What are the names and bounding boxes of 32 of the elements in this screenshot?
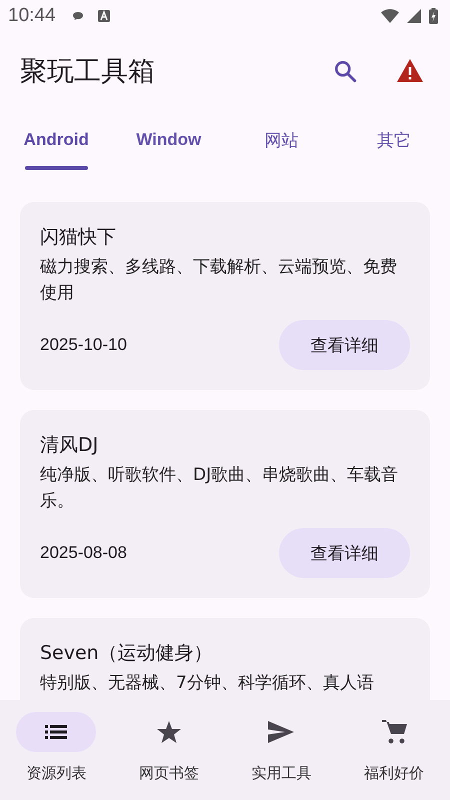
star-icon [156,720,181,744]
wifi-icon [381,9,399,23]
card-description: 特别版、无器械、7分钟、科学循环、真人语 [40,672,375,695]
tab[interactable]: Window [112,110,225,170]
signal-icon [407,9,421,23]
card-date: 2025-10-10 [40,335,127,355]
font-icon [98,10,110,22]
details-button[interactable]: 查看详细 [279,320,410,370]
card-title: 闪猫快下 [40,225,117,250]
battery-icon [429,8,438,24]
card-description: 磁力搜索、多线路、下载解析、云端预览、免费使用 [40,256,398,305]
search-icon [332,58,358,84]
card-date: 2025-08-08 [40,543,127,563]
send-icon [268,721,294,743]
list-icon [45,724,68,740]
nav-label: 网页书签 [138,764,199,783]
warning-icon [396,58,424,84]
nav-label: 福利好价 [364,764,424,783]
cart-icon [380,719,407,745]
app-title: 聚玩工具箱 [20,55,156,89]
nav-label: 实用工具 [251,764,312,783]
nav-label: 资源列表 [26,764,86,783]
details-button[interactable]: 查看详细 [279,528,410,578]
chat-bubble-icon [72,11,84,21]
tab[interactable]: Android [0,110,112,170]
tab[interactable]: 其它 [338,110,450,170]
tab[interactable]: 网站 [225,110,338,170]
nav-icon-pill[interactable] [16,712,96,752]
status-time: 10:44 [8,5,56,27]
card-description: 纯净版、听歌软件、DJ歌曲、串烧歌曲、车载音乐。 [40,464,400,513]
card-title: 清风DJ [40,433,100,458]
card-title: Seven（运动健身） [40,641,214,666]
